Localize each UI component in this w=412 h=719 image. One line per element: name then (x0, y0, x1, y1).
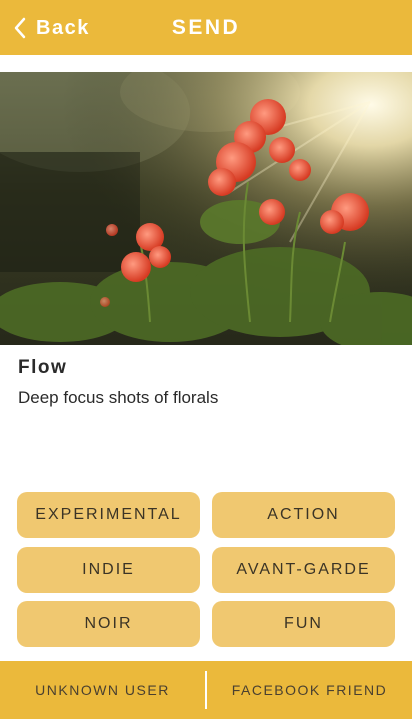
unknown-user-button[interactable]: UNKNOWN USER (0, 661, 205, 719)
back-button[interactable]: Back (14, 13, 90, 43)
chevron-left-icon (14, 17, 26, 39)
tag-experimental[interactable]: EXPERIMENTAL (17, 492, 200, 538)
tag-noir[interactable]: NOIR (17, 601, 200, 647)
tag-indie[interactable]: INDIE (17, 547, 200, 593)
item-name: Flow (18, 357, 68, 378)
app-header: Back SEND (0, 0, 412, 55)
tag-fun[interactable]: FUN (212, 601, 395, 647)
tag-avant-garde[interactable]: AVANT-GARDE (212, 547, 395, 593)
tag-action[interactable]: ACTION (212, 492, 395, 538)
item-description: Deep focus shots of florals (18, 388, 219, 407)
send-target-bar: UNKNOWN USER FACEBOOK FRIEND (0, 661, 412, 719)
flower-photo (0, 72, 412, 345)
back-label: Back (36, 16, 90, 39)
facebook-friend-button[interactable]: FACEBOOK FRIEND (207, 661, 412, 719)
